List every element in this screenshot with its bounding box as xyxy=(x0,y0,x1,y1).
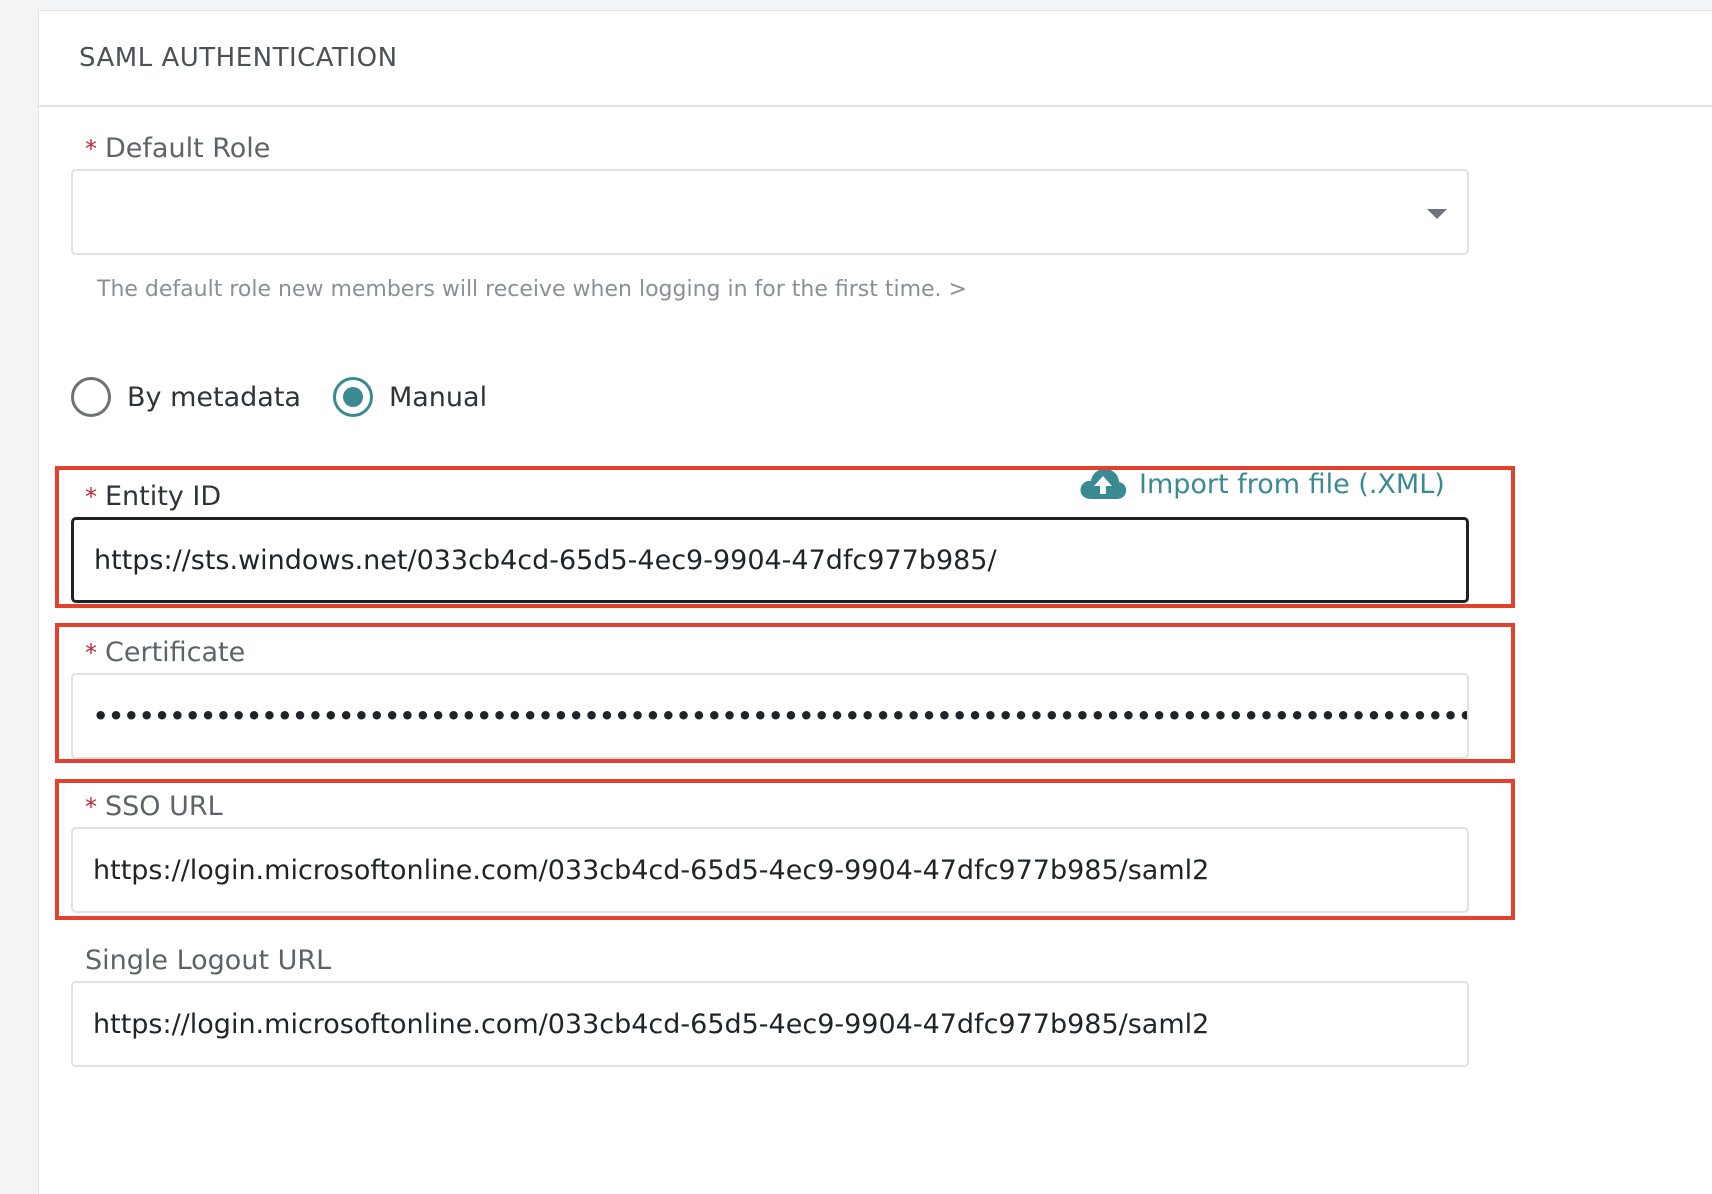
default-role-label-text: Default Role xyxy=(105,133,271,164)
entity-id-input[interactable]: https://sts.windows.net/033cb4cd-65d5-4e… xyxy=(71,517,1469,603)
panel-title: SAML AUTHENTICATION xyxy=(79,43,398,73)
entity-id-label: * Entity ID xyxy=(85,481,221,512)
caret-down-icon[interactable] xyxy=(1427,209,1447,219)
required-marker: * xyxy=(85,483,97,511)
manual-radio[interactable] xyxy=(332,377,373,417)
certificate-label: * Certificate xyxy=(85,637,245,668)
sso-url-label-text: SSO URL xyxy=(105,791,223,822)
certificate-label-text: Certificate xyxy=(105,637,246,668)
sso-url-label: * SSO URL xyxy=(85,791,223,822)
by-metadata-radio[interactable] xyxy=(71,377,111,417)
by-metadata-label[interactable]: By metadata xyxy=(127,382,301,413)
required-marker: * xyxy=(85,793,97,821)
config-mode-radio-group: By metadata Manual xyxy=(71,377,519,417)
panel-header: SAML AUTHENTICATION xyxy=(39,11,1712,107)
sso-url-value: https://login.microsoftonline.com/033cb4… xyxy=(93,854,1210,886)
single-logout-url-label: Single Logout URL xyxy=(85,945,331,976)
required-marker: * xyxy=(85,639,97,667)
certificate-input[interactable]: ••••••••••••••••••••••••••••••••••••••••… xyxy=(71,673,1469,759)
single-logout-url-input[interactable]: https://login.microsoftonline.com/033cb4… xyxy=(71,981,1469,1067)
manual-label[interactable]: Manual xyxy=(389,382,487,413)
single-logout-url-value: https://login.microsoftonline.com/033cb4… xyxy=(93,1008,1210,1040)
entity-id-label-text: Entity ID xyxy=(105,481,222,512)
default-role-label: * Default Role xyxy=(85,133,270,164)
default-role-helper[interactable]: The default role new members will receiv… xyxy=(97,277,967,302)
radio-selected-dot xyxy=(342,387,363,407)
entity-id-value: https://sts.windows.net/033cb4cd-65d5-4e… xyxy=(94,544,997,576)
single-logout-url-label-text: Single Logout URL xyxy=(85,945,332,976)
required-marker: * xyxy=(85,135,97,163)
saml-settings-panel: SAML AUTHENTICATION * Default Role The de… xyxy=(38,10,1712,1194)
certificate-masked-value: ••••••••••••••••••••••••••••••••••••••••… xyxy=(93,702,1467,730)
sso-url-input[interactable]: https://login.microsoftonline.com/033cb4… xyxy=(71,827,1469,913)
default-role-select[interactable] xyxy=(71,169,1469,255)
